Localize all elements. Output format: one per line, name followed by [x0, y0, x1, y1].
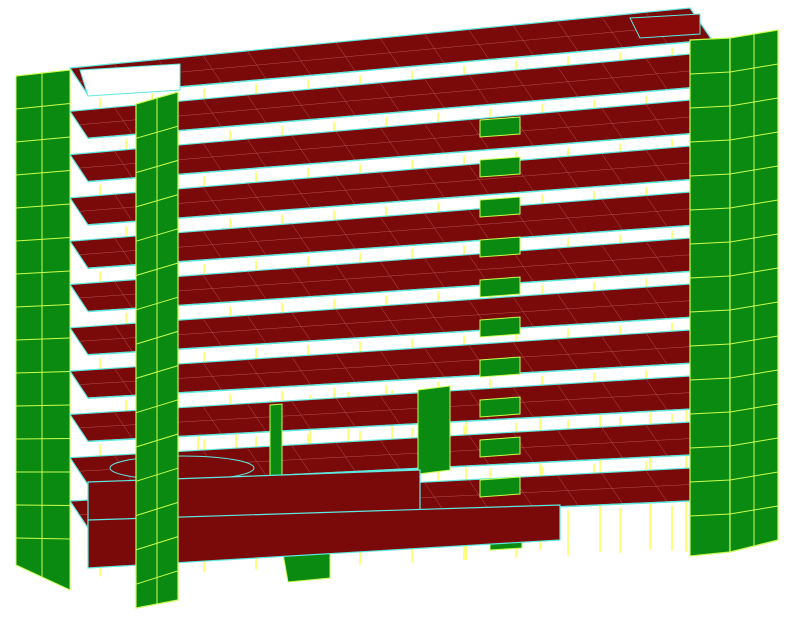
- central-core-wall: [479, 156, 521, 178]
- left-core-side-wall: [15, 69, 71, 591]
- central-core-wall: [479, 476, 521, 498]
- central-core-wall: [479, 196, 521, 218]
- central-core-wall: [479, 116, 521, 138]
- central-core-wall: [479, 356, 521, 378]
- central-core-wall: [479, 316, 521, 338]
- central-core-wall: [417, 385, 451, 475]
- left-core-grid-line: [15, 504, 71, 506]
- central-core-wall: [479, 436, 521, 458]
- structural-model-3d-view[interactable]: [0, 0, 800, 623]
- left-core-grid-line: [15, 438, 71, 440]
- central-core-wall: [479, 396, 521, 418]
- roof-opening: [629, 13, 701, 39]
- central-core-wall: [479, 236, 521, 258]
- central-core-wall: [479, 276, 521, 298]
- roof-opening: [79, 63, 181, 97]
- back-layer: [15, 69, 71, 591]
- model-viewport[interactable]: [0, 0, 800, 623]
- right-core-front-wall: [689, 37, 731, 557]
